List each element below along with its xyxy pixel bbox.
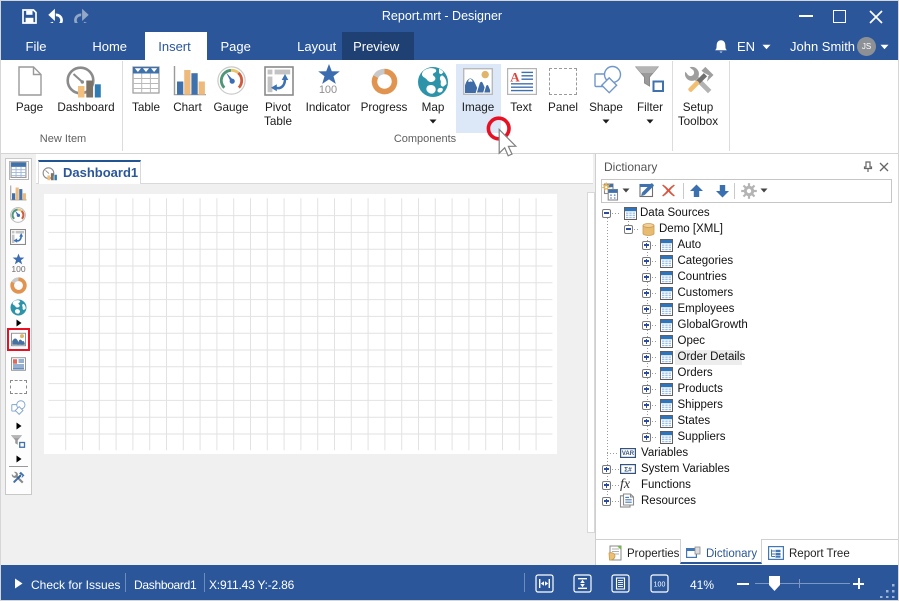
svg-text:VAR: VAR — [622, 451, 635, 457]
svg-text:Σ#: Σ# — [624, 466, 632, 473]
svg-text:100: 100 — [654, 581, 666, 588]
svg-text:A: A — [510, 70, 520, 85]
